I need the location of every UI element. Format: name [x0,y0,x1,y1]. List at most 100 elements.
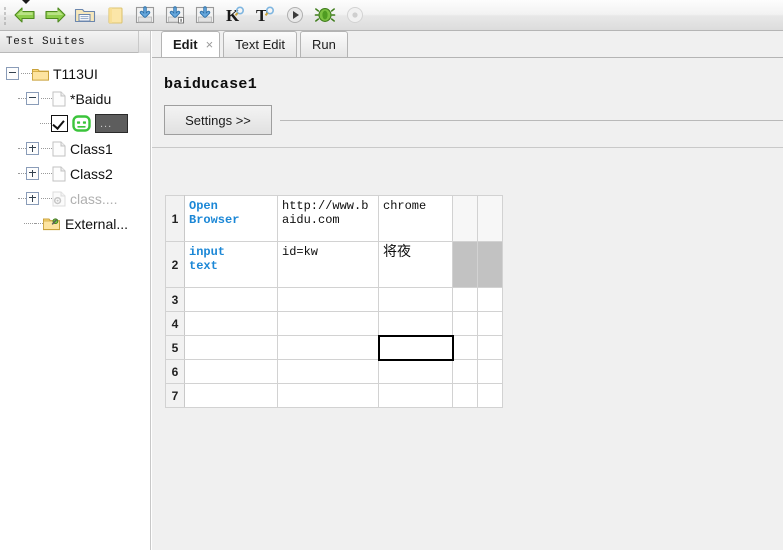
grid-cell-keyword[interactable]: input text [184,241,278,288]
grid-cell-arg2[interactable] [378,287,453,312]
grid-cell-arg4[interactable] [477,287,503,312]
grid-cell-arg1[interactable]: http://www.baidu.com [277,195,379,242]
cell-text: input text [189,245,226,273]
tree-connector [41,147,52,150]
grid-cell-keyword[interactable] [184,359,278,384]
grid-cell-keyword[interactable] [184,383,278,408]
test-suites-sidebar: Test Suites T113UI *Baidu ... Class1 Cla… [0,31,151,550]
row-number: 3 [165,287,185,312]
tab-text-edit[interactable]: Text Edit [223,31,298,57]
tree-item-editing[interactable]: ... [0,111,150,136]
grid-cell-arg4[interactable] [477,311,503,336]
tree-connector [24,222,35,225]
grid-cell-arg3[interactable] [452,359,478,384]
table-row[interactable]: 7 [165,383,503,408]
grid-cell-arg2-selected[interactable] [377,334,454,361]
open-folder-icon[interactable] [70,1,100,29]
tab-run-label: Run [312,37,336,52]
file-icon [52,141,66,157]
grid-cell-arg2[interactable]: chrome [378,195,453,242]
cell-text: http://www.baidu.com [282,199,369,227]
tree-connector [21,72,32,75]
table-row[interactable]: 2 input text id=kw 将夜 [165,241,503,288]
grid-cell-arg1[interactable] [277,359,379,384]
tree-connector [41,197,52,200]
row-number: 5 [165,335,185,360]
debug-bug-icon[interactable] [310,1,340,29]
expander-plus-icon[interactable] [26,167,39,180]
grid-cell-arg3[interactable] [452,335,478,360]
tree-item-class2[interactable]: Class2 [0,161,150,186]
keyword-search-icon[interactable]: K [220,1,250,29]
grid-cell-arg3[interactable] [452,287,478,312]
cell-text: 将夜 [383,244,411,260]
grid-cell-arg2[interactable] [378,359,453,384]
grid-cell-arg1[interactable] [277,335,379,360]
table-row[interactable]: 3 [165,287,503,312]
toolbar-drag-handle[interactable] [0,0,32,31]
back-icon[interactable] [10,1,40,29]
sidebar-scrollbar[interactable] [138,31,150,53]
tab-run[interactable]: Run [300,31,348,57]
grid-cell-arg4[interactable] [477,359,503,384]
sidebar-title: Test Suites [0,31,150,53]
save-icon[interactable] [130,1,160,29]
grid-cell-keyword[interactable] [184,311,278,336]
grid-cell-keyword[interactable] [184,335,278,360]
test-search-icon[interactable]: T [250,1,280,29]
run-icon[interactable] [280,1,310,29]
grid-cell-arg1[interactable]: id=kw [277,241,379,288]
grid-cell-arg3[interactable] [452,383,478,408]
grid-cell-keyword[interactable] [184,287,278,312]
toolbar-grip-dots [4,5,6,26]
grid-cell-arg4[interactable] [477,383,503,408]
grid-cell-arg3[interactable] [452,195,478,242]
expander-plus-icon[interactable] [26,142,39,155]
file-icon [52,91,66,107]
expander-minus-icon[interactable] [6,67,19,80]
table-row[interactable]: 5 [165,334,503,361]
grid-cell-arg2[interactable] [378,383,453,408]
grid-cell-arg4[interactable] [477,195,503,242]
tree-item-label: T113UI [53,65,98,82]
tree-connector [35,222,43,225]
stop-icon[interactable] [340,1,370,29]
settings-button[interactable]: Settings >> [164,105,272,135]
test-steps-grid[interactable]: 1 Open Browser http://www.baidu.com chro… [165,195,503,408]
table-row[interactable]: 4 [165,311,503,336]
table-row[interactable]: 1 Open Browser http://www.baidu.com chro… [165,195,503,242]
row-number: 4 [165,311,185,336]
tree-item-label: Class1 [70,140,113,157]
tree-item-t113ui[interactable]: T113UI [0,61,150,86]
grid-cell-arg1[interactable] [277,287,379,312]
grid-cell-arg1[interactable] [277,311,379,336]
grid-cell-arg3[interactable] [452,241,478,288]
grid-cell-arg1[interactable] [277,383,379,408]
tree-connector [18,197,26,200]
toolbar-overflow-caret-icon[interactable] [20,0,32,4]
grid-cell-arg2[interactable] [378,311,453,336]
expander-minus-icon[interactable] [26,92,39,105]
save-all-icon[interactable] [190,1,220,29]
grid-cell-arg3[interactable] [452,311,478,336]
grid-cell-keyword[interactable]: Open Browser [184,195,278,242]
expander-plus-icon[interactable] [26,192,39,205]
tree-item-baidu[interactable]: *Baidu [0,86,150,111]
tab-edit[interactable]: Edit × [161,31,221,57]
forward-icon[interactable] [40,1,70,29]
grid-cell-arg4[interactable] [477,335,503,360]
table-row[interactable]: 6 [165,359,503,384]
page-title: baiducase1 [164,76,258,93]
tree-item-class-resource[interactable]: class.... [0,186,150,211]
grid-cell-arg2[interactable]: 将夜 [378,241,453,288]
grid-cell-arg4[interactable] [477,241,503,288]
new-file-icon[interactable] [100,1,130,29]
tree-item-class1[interactable]: Class1 [0,136,150,161]
close-icon[interactable]: × [206,38,214,51]
main-toolbar: K T [0,0,783,31]
save-as-icon[interactable] [160,1,190,29]
tree-item-name-input[interactable]: ... [95,114,128,133]
test-case-checkbox[interactable] [51,115,68,132]
editor-tabstrip: Edit × Text Edit Run [152,31,783,58]
tree-item-external[interactable]: External... [0,211,150,236]
